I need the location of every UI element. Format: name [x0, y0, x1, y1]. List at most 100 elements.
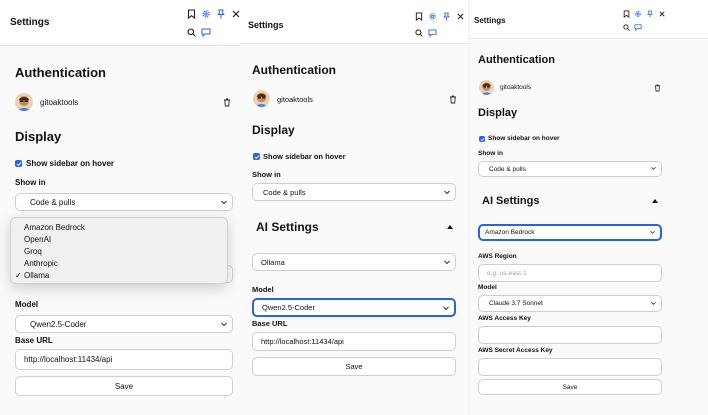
provider-select[interactable]: Ollama [252, 253, 456, 271]
header-icons-row-1 [621, 9, 667, 19]
show-in-value: Code & pulls [30, 197, 76, 207]
chat-icon[interactable] [633, 22, 643, 32]
search-icon[interactable] [185, 26, 197, 38]
display-heading: Display [478, 107, 518, 119]
pin-icon[interactable] [215, 8, 227, 20]
model-value: Qwen2.5-Coder [30, 319, 87, 329]
dropdown-option[interactable]: OpenAI [11, 233, 227, 245]
dropdown-option[interactable]: Anthropic [11, 257, 227, 269]
save-button[interactable]: Save [15, 376, 233, 396]
dropdown-option-selected[interactable]: ✓ Ollama [11, 269, 227, 281]
pin-icon[interactable] [441, 11, 452, 22]
gear-icon[interactable] [427, 11, 438, 22]
show-in-value: Code & pulls [489, 165, 526, 173]
model-select[interactable]: Claude 3.7 Sonnet [478, 295, 662, 312]
delete-icon[interactable] [653, 83, 662, 92]
header-icons-row-1 [185, 8, 240, 20]
panel-body: Authentication gitoaktools Display Show … [240, 45, 468, 415]
username: gitoaktools [277, 95, 313, 104]
display-heading: Display [15, 129, 62, 144]
base-url-label: Base URL [15, 336, 53, 345]
header-title: Settings [10, 17, 50, 28]
settings-panel-dropdown-open: Settings Authentication gitoaktools Disp… [0, 0, 240, 415]
chat-icon[interactable] [427, 27, 438, 38]
base-url-input[interactable]: http://localhost:11434/api [252, 332, 456, 351]
panel-header: Settings [470, 0, 708, 39]
avatar [15, 93, 33, 111]
delete-icon[interactable] [222, 97, 232, 107]
show-in-value: Code & pulls [263, 187, 306, 197]
aws-access-key-label: AWS Access Key [478, 315, 531, 322]
header-icons-row-1 [413, 11, 466, 22]
model-value: Qwen2.5-Coder [262, 303, 315, 312]
authentication-heading: Authentication [478, 54, 555, 66]
panel-header: Settings [240, 0, 468, 44]
show-in-select[interactable]: Code & pulls [478, 161, 662, 177]
model-label: Model [478, 284, 497, 291]
aws-access-key-input[interactable] [478, 326, 662, 344]
header-icons-row-2 [621, 22, 643, 32]
show-in-label: Show in [252, 170, 281, 179]
show-sidebar-label: Show sidebar on hover [488, 135, 560, 142]
model-label: Model [15, 300, 39, 309]
model-value: Claude 3.7 Sonnet [489, 300, 543, 307]
show-sidebar-checkbox[interactable] [479, 136, 485, 142]
panel-header: Settings [0, 0, 240, 46]
base-url-input[interactable]: http://localhost:11434/api [15, 349, 233, 370]
save-button[interactable]: Save [252, 357, 456, 376]
show-in-label: Show in [478, 150, 503, 157]
close-icon[interactable] [657, 9, 667, 19]
base-url-value: http://localhost:11434/api [24, 355, 113, 364]
chevron-down-icon [444, 258, 450, 267]
avatar [479, 80, 494, 95]
provider-select[interactable]: Amazon Bedrock [478, 224, 662, 241]
chevron-down-icon [443, 303, 449, 312]
chevron-down-icon [651, 166, 656, 173]
bookmark-icon[interactable] [413, 11, 424, 22]
dropdown-option[interactable]: Amazon Bedrock [11, 221, 227, 233]
close-icon[interactable] [455, 11, 466, 22]
show-in-select[interactable]: Code & pulls [15, 193, 233, 211]
chevron-down-icon [221, 320, 227, 329]
show-sidebar-checkbox[interactable] [15, 160, 22, 167]
gear-icon[interactable] [200, 8, 212, 20]
pin-icon[interactable] [645, 9, 655, 19]
panel-body: Authentication gitoaktools Display Show … [470, 40, 708, 415]
display-heading: Display [252, 123, 295, 137]
aws-region-label: AWS Region [478, 253, 517, 260]
show-sidebar-checkbox[interactable] [253, 153, 260, 160]
authentication-heading: Authentication [252, 63, 336, 77]
delete-icon[interactable] [448, 94, 458, 104]
gear-icon[interactable] [633, 9, 643, 19]
show-in-select[interactable]: Code & pulls [252, 183, 456, 201]
chat-icon[interactable] [200, 26, 212, 38]
base-url-value: http://localhost:11434/api [261, 337, 344, 346]
aws-region-placeholder: e.g. us-east-1 [487, 269, 527, 277]
bookmark-icon[interactable] [185, 8, 197, 20]
show-sidebar-label: Show sidebar on hover [263, 152, 346, 161]
bookmark-icon[interactable] [621, 9, 631, 19]
show-sidebar-label: Show sidebar on hover [26, 159, 115, 168]
provider-value: Ollama [261, 257, 285, 267]
model-select[interactable]: Qwen2.5-Coder [15, 315, 233, 333]
model-select[interactable]: Qwen2.5-Coder [252, 298, 456, 317]
header-icons-row-2 [185, 26, 212, 38]
show-in-label: Show in [15, 178, 46, 187]
username: gitoaktools [40, 98, 79, 107]
search-icon[interactable] [413, 27, 424, 38]
chevron-down-icon [650, 229, 655, 236]
dropdown-option[interactable]: Groq [11, 245, 227, 257]
avatar [253, 90, 270, 107]
search-icon[interactable] [621, 22, 631, 32]
close-icon[interactable] [230, 8, 240, 20]
aws-region-input[interactable]: e.g. us-east-1 [478, 264, 662, 282]
aws-secret-key-input[interactable] [478, 358, 662, 376]
header-title: Settings [248, 20, 284, 30]
collapse-triangle-icon[interactable] [652, 199, 658, 203]
save-button[interactable]: Save [478, 379, 662, 395]
provider-value: Amazon Bedrock [485, 229, 535, 236]
header-icons-row-2 [413, 27, 438, 38]
chevron-down-icon [444, 188, 450, 197]
collapse-triangle-icon[interactable] [447, 225, 453, 229]
model-label: Model [252, 285, 274, 294]
